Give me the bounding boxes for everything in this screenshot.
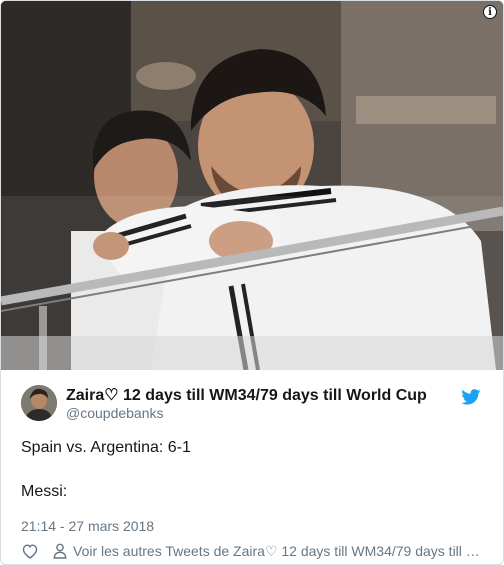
photo-illustration [1, 1, 503, 370]
author-names[interactable]: Zaira♡ 12 days till WM34/79 days till Wo… [66, 386, 427, 422]
author-display-name[interactable]: Zaira♡ 12 days till WM34/79 days till Wo… [66, 386, 427, 405]
avatar-image [21, 385, 57, 421]
tweet-actions: Voir les autres Tweets de Zaira♡ 12 days… [1, 538, 503, 564]
twitter-bird-icon[interactable] [461, 389, 481, 405]
heart-icon[interactable] [21, 543, 39, 559]
tweet-text: Spain vs. Argentina: 6-1 Messi: [1, 424, 503, 502]
info-icon[interactable]: i [483, 5, 497, 19]
tweet-header: Zaira♡ 12 days till WM34/79 days till Wo… [1, 370, 503, 424]
tweet-line-2: Messi: [21, 483, 68, 500]
author-handle[interactable]: @coupdebanks [66, 405, 427, 422]
embedded-tweet: i Zaira♡ 12 days till WM34/79 days till … [0, 0, 504, 565]
avatar[interactable] [21, 385, 57, 421]
tweet-timestamp[interactable]: 21:14 - 27 mars 2018 [1, 502, 503, 534]
more-tweets-link[interactable]: Voir les autres Tweets de Zaira♡ 12 days… [73, 543, 480, 560]
person-icon [53, 543, 67, 559]
tweet-line-1: Spain vs. Argentina: 6-1 [21, 439, 191, 456]
tweet-photo[interactable]: i [1, 1, 503, 370]
